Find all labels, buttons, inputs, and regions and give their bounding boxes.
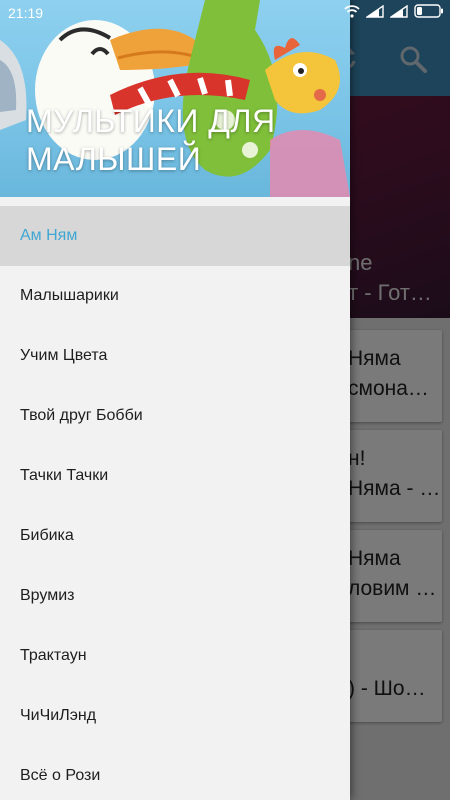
signal-icon <box>390 4 408 18</box>
drawer-item-label: ЧиЧиЛэнд <box>20 707 97 724</box>
drawer-item-vrumiz[interactable]: Врумиз <box>0 566 350 626</box>
drawer-item-label: Врумиз <box>20 587 75 604</box>
drawer-item-label: Бибика <box>20 527 74 544</box>
drawer-item-uchim-tsveta[interactable]: Учим Цвета <box>0 326 350 386</box>
drawer-header: МУЛЬТИКИ ДЛЯ МАЛЫШЕЙ <box>0 0 350 197</box>
drawer-item-bibika[interactable]: Бибика <box>0 506 350 566</box>
drawer-item-label: Всё о Рози <box>20 767 101 784</box>
drawer-item-tachki[interactable]: Тачки Тачки <box>0 446 350 506</box>
drawer-item-malysharki[interactable]: Малышарики <box>0 266 350 326</box>
status-time: 21:19 <box>8 5 44 21</box>
drawer-item-chichilend[interactable]: ЧиЧиЛэнд <box>0 686 350 746</box>
signal-icon <box>366 4 384 18</box>
drawer-item-label: Трактаун <box>20 647 87 664</box>
drawer-item-traktaun[interactable]: Трактаун <box>0 626 350 686</box>
navigation-drawer: МУЛЬТИКИ ДЛЯ МАЛЫШЕЙ Ам Ням Малышарики У… <box>0 0 350 800</box>
drawer-item-tvoy-drug-bobbi[interactable]: Твой друг Бобби <box>0 386 350 446</box>
drawer-item-label: Малышарики <box>20 287 119 304</box>
drawer-item-label: Тачки Тачки <box>20 467 109 484</box>
battery-icon <box>414 4 443 18</box>
drawer-item-am-nyam[interactable]: Ам Ням <box>0 206 350 266</box>
drawer-item-label: Учим Цвета <box>20 347 108 364</box>
drawer-item-label: Ам Ням <box>20 227 78 244</box>
wifi-icon <box>344 4 360 18</box>
drawer-app-title: МУЛЬТИКИ ДЛЯ МАЛЫШЕЙ <box>26 103 276 177</box>
drawer-item-vse-o-rozi[interactable]: Всё о Рози <box>0 746 350 800</box>
status-icons <box>344 4 444 18</box>
drawer-item-label: Твой друг Бобби <box>20 407 143 424</box>
status-bar: 21:19 <box>0 0 450 26</box>
